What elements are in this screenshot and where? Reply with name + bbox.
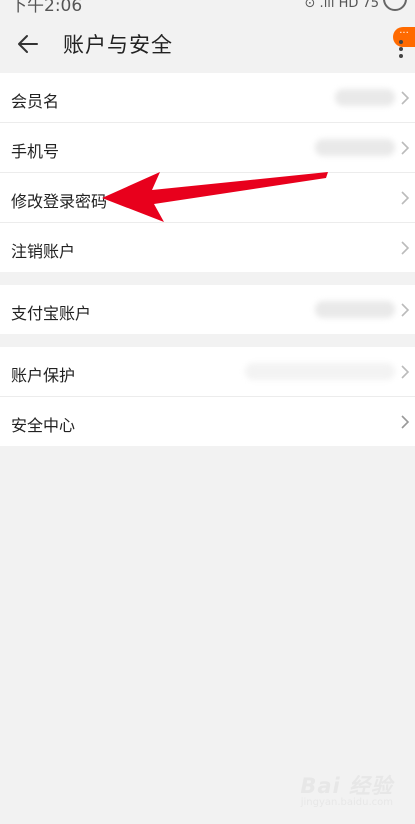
status-time: 下午2:06 (10, 0, 83, 14)
row-account-protection[interactable]: 账户保护 (0, 347, 415, 397)
redacted-value (245, 363, 395, 380)
row-member-name[interactable]: 会员名 (0, 73, 415, 123)
row-label: 会员名 (11, 92, 60, 111)
battery-level: 75 (362, 0, 379, 11)
chevron-right-icon (401, 365, 410, 379)
header-bar: 账户与安全 ··· (0, 14, 415, 72)
chevron-right-icon (401, 191, 410, 205)
watermark-logo: Bai 经验 (300, 774, 393, 798)
redacted-value (315, 139, 395, 156)
chevron-right-icon (401, 303, 410, 317)
row-alipay-account[interactable]: 支付宝账户 (0, 285, 415, 334)
row-label: 手机号 (11, 142, 60, 161)
row-label: 注销账户 (11, 242, 76, 261)
more-vertical-icon (399, 40, 403, 61)
signal-icons: ⊙ .ıll HD (304, 0, 359, 11)
watermark-url: jingyan.baidu.com (300, 797, 393, 808)
row-label: 支付宝账户 (11, 304, 92, 323)
row-cancel-account[interactable]: 注销账户 (0, 223, 415, 272)
more-menu-button[interactable]: ··· (385, 22, 415, 66)
chevron-right-icon (401, 415, 410, 429)
row-label: 安全中心 (11, 416, 76, 435)
row-label: 账户保护 (11, 366, 76, 385)
account-security-screen: 下午2:06 ⊙ .ıll HD 75 账户与安全 ··· 会员名 手机号 修改… (0, 0, 415, 824)
row-security-center[interactable]: 安全中心 (0, 397, 415, 446)
back-button[interactable] (12, 28, 44, 60)
back-arrow-icon (18, 35, 38, 53)
status-bar: 下午2:06 ⊙ .ıll HD 75 (0, 0, 415, 14)
security-group: 账户保护 安全中心 (0, 347, 415, 446)
battery-icon (383, 0, 407, 11)
account-info-group: 会员名 手机号 修改登录密码 注销账户 (0, 73, 415, 272)
page-title: 账户与安全 (63, 33, 173, 57)
status-icons: ⊙ .ıll HD 75 (305, 0, 407, 11)
redacted-value (335, 89, 395, 106)
chevron-right-icon (401, 241, 410, 255)
alipay-group: 支付宝账户 (0, 285, 415, 334)
row-change-login-password[interactable]: 修改登录密码 (0, 173, 415, 223)
baidu-jingyan-watermark: Bai 经验 jingyan.baidu.com (300, 770, 393, 808)
redacted-value (315, 301, 395, 318)
row-phone-number[interactable]: 手机号 (0, 123, 415, 173)
row-label: 修改登录密码 (11, 192, 108, 211)
notification-badge: ··· (393, 27, 415, 47)
chevron-right-icon (401, 91, 410, 105)
chevron-right-icon (401, 141, 410, 155)
